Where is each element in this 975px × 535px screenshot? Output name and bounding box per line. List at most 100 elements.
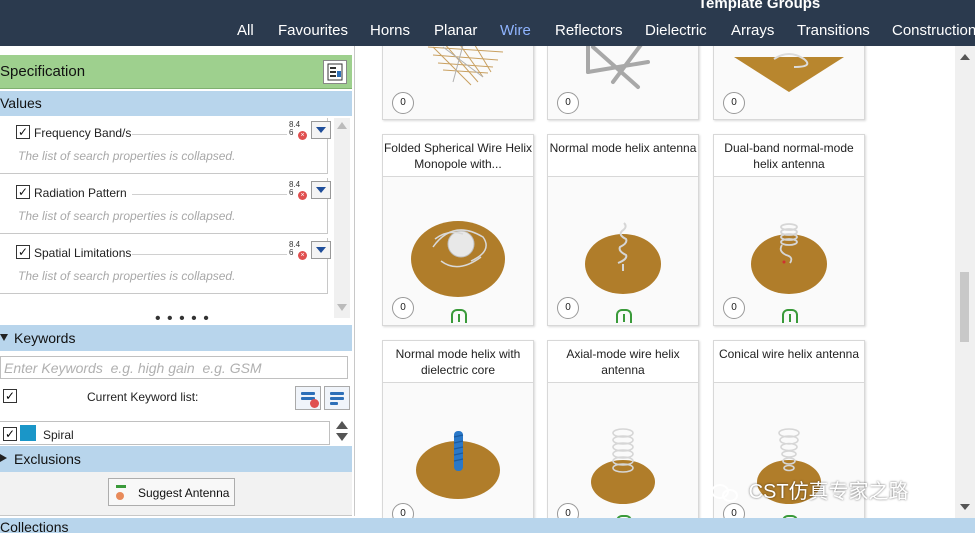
keyword-list-scrollbar[interactable] xyxy=(333,421,350,445)
template-card[interactable]: Dual-band normal-mode helix antenna 0 xyxy=(713,134,865,326)
scroll-up-icon[interactable] xyxy=(336,421,348,429)
criterion-checkbox[interactable]: ✓ xyxy=(16,245,30,259)
template-groups-title: Template Groups xyxy=(698,0,821,12)
collections-header[interactable]: Collections xyxy=(0,518,975,535)
scroll-down-icon[interactable] xyxy=(336,433,348,441)
scroll-thumb[interactable] xyxy=(960,272,969,342)
criterion-checkbox[interactable]: ✓ xyxy=(16,185,30,199)
exclusions-title: Exclusions xyxy=(14,451,81,467)
template-title: Normal mode helix antenna xyxy=(548,135,698,177)
usage-count-badge: 0 xyxy=(557,92,579,114)
criterion-note: The list of search properties is collaps… xyxy=(18,209,236,223)
wechat-icon xyxy=(709,482,743,504)
usage-count-badge: 0 xyxy=(557,503,579,518)
scroll-down-icon[interactable] xyxy=(337,304,347,311)
tab-planar[interactable]: Planar xyxy=(434,22,477,39)
specification-header[interactable]: Specification xyxy=(0,55,352,89)
expand-arrow-icon xyxy=(0,454,7,462)
tab-horns[interactable]: Horns xyxy=(370,22,410,39)
scroll-up-icon[interactable] xyxy=(337,122,347,129)
gallery-scrollbar[interactable] xyxy=(955,46,975,518)
criteria-scrollbar[interactable] xyxy=(334,118,350,318)
chevron-down-icon xyxy=(316,247,326,253)
antenna-tag-icon xyxy=(616,515,632,518)
template-title: Folded Spherical Wire Helix Monopole wit… xyxy=(383,135,533,177)
tab-wire[interactable]: Wire xyxy=(500,22,531,39)
template-card[interactable]: Normal mode helix with dielectric core 0 xyxy=(382,340,534,518)
keyword-checkbox[interactable]: ✓ xyxy=(3,427,17,441)
tab-construction[interactable]: Construction xyxy=(892,22,975,39)
keywords-header[interactable]: Keywords xyxy=(0,325,352,351)
criterion-note: The list of search properties is collaps… xyxy=(18,149,236,163)
criterion-label: Radiation Pattern xyxy=(34,186,127,200)
template-gallery: 0 0 0 Folded Spherical Wire Helix Monopo… xyxy=(355,46,955,518)
tab-transitions[interactable]: Transitions xyxy=(797,22,870,39)
current-keyword-list-label: Current Keyword list: xyxy=(87,390,199,404)
criterion-label: Frequency Band/s xyxy=(34,126,132,140)
criterion-checkbox[interactable]: ✓ xyxy=(16,125,30,139)
divider-line xyxy=(132,254,287,255)
tab-dielectric[interactable]: Dielectric xyxy=(645,22,707,39)
wire-frame-image xyxy=(586,46,650,89)
remove-sort-icon[interactable]: 8.4 6 × xyxy=(289,181,309,201)
usage-count-badge: 0 xyxy=(723,503,745,518)
remove-sort-icon[interactable]: 8.4 6 × xyxy=(289,121,309,141)
antenna-person-icon xyxy=(113,483,129,501)
keyword-list-checkbox[interactable]: ✓ xyxy=(3,389,17,403)
scroll-up-icon[interactable] xyxy=(960,54,970,60)
specification-export-icon[interactable] xyxy=(323,60,347,84)
remove-sort-icon[interactable]: 8.4 6 × xyxy=(289,241,309,261)
clear-keywords-button[interactable] xyxy=(295,386,321,410)
keyword-label: Spiral xyxy=(43,428,74,442)
template-card[interactable]: Axial-mode wire helix antenna 0 xyxy=(547,340,699,518)
values-header[interactable]: Values xyxy=(0,91,352,116)
criterion-dropdown-button[interactable] xyxy=(311,121,331,139)
keyword-item-spiral[interactable]: ✓ Spiral xyxy=(0,421,330,445)
antenna-tag-icon xyxy=(782,515,798,518)
usage-count-badge: 0 xyxy=(392,503,414,518)
keywords-title: Keywords xyxy=(14,330,76,346)
tab-arrays[interactable]: Arrays xyxy=(731,22,774,39)
exclusions-header[interactable]: Exclusions xyxy=(0,446,352,472)
template-card[interactable]: Normal mode helix antenna 0 xyxy=(547,134,699,326)
keyword-color-swatch xyxy=(20,425,36,441)
tab-all[interactable]: All xyxy=(237,22,254,39)
criterion-dropdown-button[interactable] xyxy=(311,241,331,259)
keywords-input[interactable] xyxy=(1,357,341,378)
template-card[interactable]: 0 xyxy=(382,46,534,120)
suggest-antenna-label: Suggest Antenna xyxy=(138,486,230,500)
template-title: Normal mode helix with dielectric core xyxy=(383,341,533,383)
scroll-down-icon[interactable] xyxy=(960,504,970,510)
suggest-area: Suggest Antenna xyxy=(0,472,352,516)
axial-helix-image xyxy=(591,428,655,504)
criterion-dropdown-button[interactable] xyxy=(311,181,331,199)
keywords-input-box xyxy=(0,356,348,379)
template-groups-bar: Template Groups All Favourites Horns Pla… xyxy=(0,0,975,46)
watermark: CST仿真专家之路 xyxy=(709,475,909,505)
template-title: Dual-band normal-mode helix antenna xyxy=(714,135,864,177)
criterion-spatial-limitations: ✓ Spatial Limitations 8.4 6 × The list of … xyxy=(0,238,331,294)
usage-count-badge: 0 xyxy=(392,297,414,319)
delete-icon xyxy=(310,399,319,408)
usage-count-badge: 0 xyxy=(557,297,579,319)
divider-line xyxy=(132,194,287,195)
panel-splitter[interactable]: • • • • • xyxy=(155,311,210,327)
template-title: Axial-mode wire helix antenna xyxy=(548,341,698,383)
watermark-text: CST仿真专家之路 xyxy=(748,481,909,503)
template-card[interactable]: Folded Spherical Wire Helix Monopole wit… xyxy=(382,134,534,326)
chevron-down-icon xyxy=(316,187,326,193)
antenna-tag-icon xyxy=(782,309,798,323)
tab-favourites[interactable]: Favourites xyxy=(278,22,348,39)
current-keyword-list-row: ✓ Current Keyword list: xyxy=(0,384,352,414)
edit-keywords-button[interactable] xyxy=(324,386,350,410)
tab-reflectors[interactable]: Reflectors xyxy=(555,22,623,39)
antenna-tag-icon xyxy=(616,309,632,323)
chevron-down-icon xyxy=(316,127,326,133)
template-card[interactable]: 0 xyxy=(713,46,865,120)
criterion-frequency-band: ✓ Frequency Band/s 8.4 6 × The list of sea… xyxy=(0,118,331,174)
template-card[interactable]: 0 xyxy=(547,46,699,120)
plate-spiral-image xyxy=(734,53,844,92)
values-title: Values xyxy=(0,95,42,111)
suggest-antenna-button[interactable]: Suggest Antenna xyxy=(108,478,235,506)
collapse-arrow-icon xyxy=(0,334,8,341)
